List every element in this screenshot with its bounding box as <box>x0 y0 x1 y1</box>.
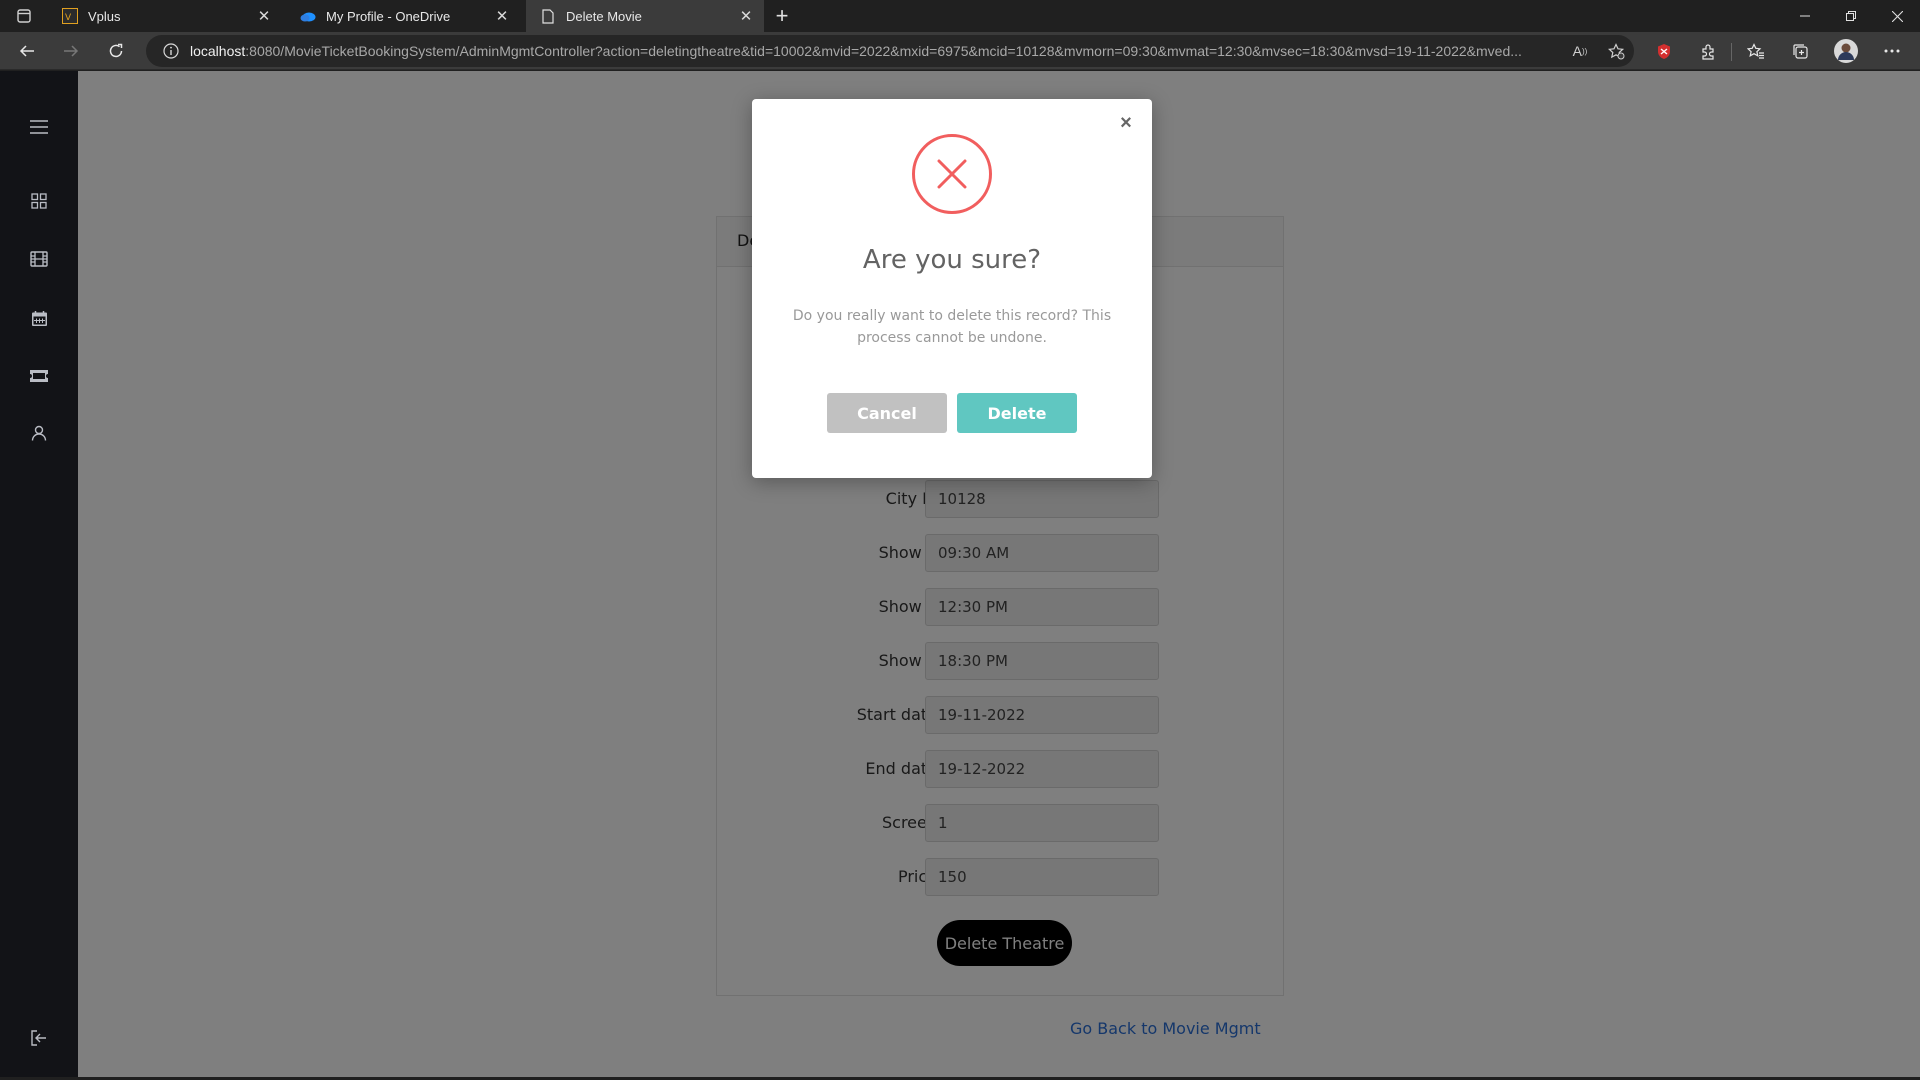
extensions-icon[interactable] <box>1692 35 1724 67</box>
vplus-favicon: V <box>62 8 78 24</box>
read-aloud-icon[interactable]: A)) <box>1562 36 1598 66</box>
back-icon[interactable] <box>11 35 43 67</box>
logout-icon[interactable] <box>19 1018 59 1058</box>
url-text[interactable]: localhost:8080/MovieTicketBookingSystem/… <box>190 43 1562 59</box>
collections-icon[interactable] <box>1784 35 1816 67</box>
page-icon <box>540 8 556 24</box>
user-icon[interactable] <box>19 413 59 453</box>
favorites-icon[interactable] <box>1740 35 1772 67</box>
close-icon[interactable]: ✕ <box>734 4 758 28</box>
restore-icon[interactable] <box>1828 0 1874 32</box>
url-host: localhost <box>190 43 246 59</box>
app-sidebar <box>0 71 78 1080</box>
url-path: :8080/MovieTicketBookingSystem/AdminMgmt… <box>245 43 1522 59</box>
address-bar[interactable]: localhost:8080/MovieTicketBookingSystem/… <box>146 35 1634 67</box>
minimize-icon[interactable] <box>1782 0 1828 32</box>
film-icon[interactable] <box>19 239 59 279</box>
dashboard-icon[interactable] <box>19 181 59 221</box>
close-icon[interactable]: × <box>1114 111 1138 135</box>
add-favorite-icon[interactable] <box>1598 36 1634 66</box>
error-x-icon <box>912 134 992 214</box>
modal-message: Do you really want to delete this record… <box>792 308 1112 346</box>
tab-delete-movie[interactable]: Delete Movie ✕ <box>526 0 764 32</box>
tab-actions-icon[interactable] <box>4 0 44 32</box>
onedrive-icon <box>300 8 316 24</box>
forward-icon[interactable] <box>55 35 87 67</box>
toolbar-divider <box>1731 43 1732 61</box>
confirm-delete-modal: × Are you sure? Do you really want to de… <box>752 99 1152 478</box>
modal-title: Are you sure? <box>862 245 1042 275</box>
calendar-icon[interactable] <box>19 298 59 338</box>
info-icon[interactable] <box>156 36 186 66</box>
tab-label: Vplus <box>88 8 121 24</box>
cancel-button[interactable]: Cancel <box>827 393 947 433</box>
browser-tab-bar: V Vplus ✕ My Profile - OneDrive ✕ Delete… <box>0 0 1920 32</box>
close-icon[interactable]: ✕ <box>490 4 514 28</box>
new-tab-button[interactable]: + <box>766 0 798 32</box>
browser-toolbar: localhost:8080/MovieTicketBookingSystem/… <box>0 32 1920 70</box>
close-icon[interactable]: ✕ <box>252 4 276 28</box>
delete-button[interactable]: Delete <box>957 393 1077 433</box>
tab-label: Delete Movie <box>566 8 642 24</box>
profile-avatar[interactable] <box>1830 35 1862 67</box>
tab-onedrive[interactable]: My Profile - OneDrive ✕ <box>286 0 520 32</box>
more-icon[interactable] <box>1876 35 1908 67</box>
reload-icon[interactable] <box>100 35 132 67</box>
window-close-icon[interactable] <box>1874 0 1920 32</box>
menu-icon[interactable] <box>19 107 59 147</box>
tab-vplus[interactable]: V Vplus ✕ <box>48 0 282 32</box>
tab-label: My Profile - OneDrive <box>326 8 451 24</box>
svg-text:V: V <box>65 13 72 23</box>
ticket-icon[interactable] <box>19 356 59 396</box>
shield-icon[interactable] <box>1648 35 1680 67</box>
